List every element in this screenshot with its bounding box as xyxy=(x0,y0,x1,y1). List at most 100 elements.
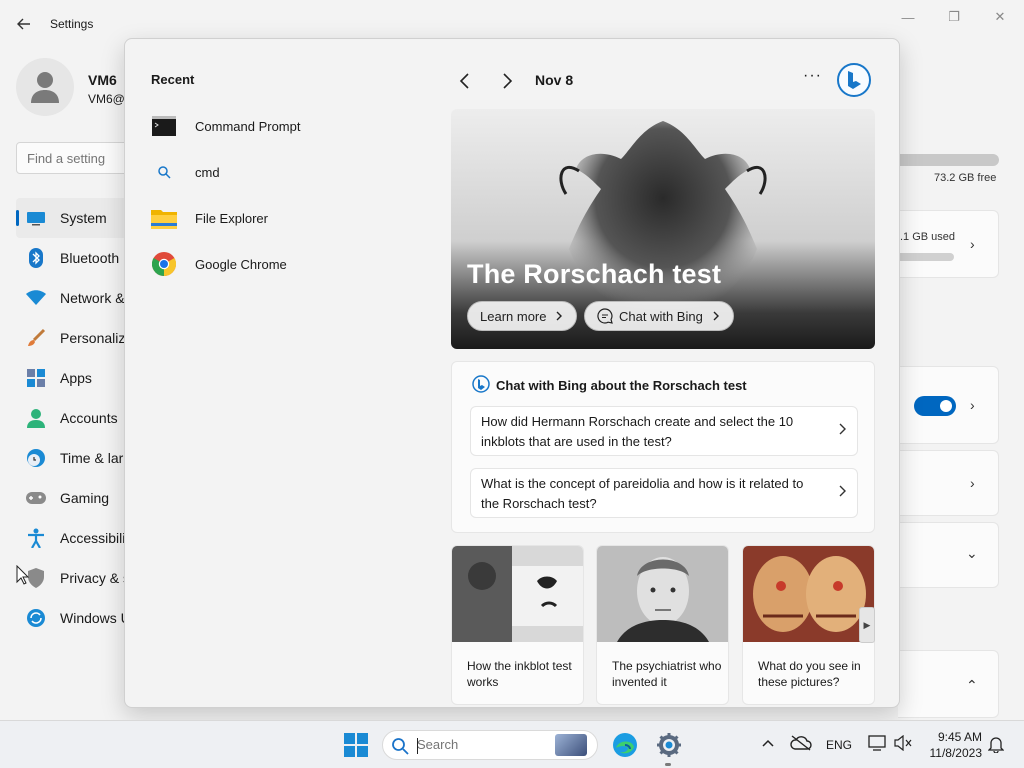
settings-taskbar-button[interactable] xyxy=(655,731,683,759)
hero-card[interactable]: The Rorschach test Learn more Chat with … xyxy=(451,109,875,349)
brush-icon xyxy=(26,328,46,348)
sidebar-item-privacy[interactable]: Privacy & s xyxy=(16,558,136,598)
mouse-pointer-icon xyxy=(16,565,30,585)
search-icon xyxy=(151,159,177,185)
tile-image xyxy=(743,546,874,642)
learn-more-button[interactable]: Learn more xyxy=(467,301,578,331)
chat-title: Chat with Bing about the Rorschach test xyxy=(496,378,747,393)
controller-icon xyxy=(26,488,46,508)
recent-item-file-explorer[interactable]: File Explorer xyxy=(151,195,431,241)
bell-icon xyxy=(987,737,1005,754)
suggested-question[interactable]: How did Hermann Rorschach create and sel… xyxy=(470,406,858,456)
setting-card-collapse[interactable]: ⌃ xyxy=(898,650,999,718)
chevron-right-icon: › xyxy=(970,475,975,491)
restore-button[interactable]: ❐ xyxy=(934,6,974,28)
sidebar-item-bluetooth[interactable]: Bluetooth xyxy=(16,238,136,278)
chevron-up-icon xyxy=(762,739,774,747)
onedrive-tray-button[interactable] xyxy=(790,735,812,754)
clock-date: 11/8/2023 xyxy=(929,746,983,760)
edge-icon xyxy=(613,733,637,757)
setting-card[interactable]: › xyxy=(898,450,999,516)
start-flyout: Recent Command Prompt cmd File Explorer … xyxy=(124,38,900,708)
sidebar-item-label: Gaming xyxy=(60,490,110,506)
recent-heading: Recent xyxy=(151,72,195,87)
app-title: Settings xyxy=(50,17,94,31)
bing-icon xyxy=(848,71,861,89)
user-card[interactable]: VM6 VM6@ xyxy=(16,56,126,116)
notifications-button[interactable] xyxy=(987,735,1005,756)
recent-item-command-prompt[interactable]: Command Prompt xyxy=(151,103,431,149)
chevron-right-icon xyxy=(556,311,563,321)
minimize-button[interactable]: — xyxy=(888,6,928,28)
news-tile[interactable]: What do you see in these pictures? xyxy=(742,545,875,705)
sidebar-item-accessibility[interactable]: Accessibili xyxy=(16,518,136,558)
edge-taskbar-button[interactable] xyxy=(611,731,639,759)
taskbar: ENG 9:45 AM 11/8/2023 xyxy=(0,720,1024,768)
network-tray-button[interactable] xyxy=(868,735,888,756)
sidebar-item-label: Network & xyxy=(60,290,125,306)
storage-used-text: .1 GB used xyxy=(900,231,956,243)
previous-day-button[interactable] xyxy=(453,69,477,93)
start-button[interactable] xyxy=(344,733,368,757)
sidebar-item-gaming[interactable]: Gaming xyxy=(16,478,136,518)
sidebar-item-label: Apps xyxy=(60,370,92,386)
question-text: How did Hermann Rorschach create and sel… xyxy=(481,414,794,449)
sidebar-item-accounts[interactable]: Accounts xyxy=(16,398,136,438)
taskbar-search-input[interactable] xyxy=(417,737,547,752)
sidebar-item-label: Windows U xyxy=(60,610,131,626)
storage-free-text: 73.2 GB free xyxy=(934,172,997,184)
news-tile[interactable]: The psychiatrist who invented it xyxy=(596,545,729,705)
text-cursor xyxy=(417,738,418,754)
find-setting-input[interactable] xyxy=(16,142,136,174)
show-hidden-icons-button[interactable] xyxy=(762,737,774,751)
chat-with-bing-label: Chat with Bing xyxy=(619,308,703,324)
back-button[interactable] xyxy=(12,12,36,36)
storage-used-bar xyxy=(898,253,954,261)
storage-bar xyxy=(898,154,999,166)
next-day-button[interactable] xyxy=(495,69,519,93)
toggle-switch[interactable] xyxy=(914,396,956,416)
sidebar-item-label: Personaliz xyxy=(60,330,126,346)
sidebar-item-personalization[interactable]: Personaliz xyxy=(16,318,136,358)
setting-card-expand[interactable]: ⌄ xyxy=(898,522,999,588)
update-icon xyxy=(26,608,46,628)
clock-time: 9:45 AM xyxy=(937,730,982,744)
sidebar-item-label: Accessibili xyxy=(60,530,126,546)
bing-logo-button[interactable] xyxy=(837,63,871,97)
suggested-question[interactable]: What is the concept of pareidolia and ho… xyxy=(470,468,858,518)
chevron-right-icon xyxy=(713,311,719,321)
tile-caption: How the inkblot test works xyxy=(467,659,572,689)
volume-tray-button[interactable] xyxy=(894,734,912,754)
input-language-button[interactable]: ENG xyxy=(826,738,852,752)
taskbar-clock[interactable]: 9:45 AM 11/8/2023 xyxy=(924,729,983,761)
sidebar-item-windows-update[interactable]: Windows U xyxy=(16,598,136,638)
clock-icon xyxy=(26,448,46,468)
more-options-button[interactable]: ··· xyxy=(803,67,822,85)
search-icon xyxy=(392,738,409,755)
news-header: Nov 8 ··· xyxy=(451,63,875,97)
sidebar-item-apps[interactable]: Apps xyxy=(16,358,136,398)
sidebar-item-time-language[interactable]: Time & lar xyxy=(16,438,136,478)
taskbar-search[interactable] xyxy=(382,730,598,760)
person-icon xyxy=(31,72,59,103)
recent-item-cmd[interactable]: cmd xyxy=(151,149,431,195)
sidebar-item-system[interactable]: System xyxy=(16,198,136,238)
recent-item-google-chrome[interactable]: Google Chrome xyxy=(151,241,431,287)
windows-logo-icon xyxy=(344,733,368,757)
news-tile[interactable]: How the inkblot test works xyxy=(451,545,584,705)
recent-item-label: File Explorer xyxy=(195,210,268,226)
sidebar-item-network[interactable]: Network & xyxy=(16,278,136,318)
chat-with-bing-button[interactable]: Chat with Bing xyxy=(584,301,734,331)
chevron-right-icon xyxy=(839,485,846,497)
tiles-scroll-right-button[interactable]: ▶ xyxy=(859,607,875,643)
bing-icon xyxy=(472,375,490,393)
chevron-right-icon: › xyxy=(970,397,975,413)
user-name: VM6 xyxy=(88,72,117,88)
chevron-left-icon xyxy=(459,73,469,89)
storage-card[interactable]: .1 GB used › xyxy=(898,210,999,278)
chat-bubble-icon xyxy=(597,308,613,324)
recent-item-label: Google Chrome xyxy=(195,256,287,272)
system-icon xyxy=(26,208,46,228)
close-button[interactable]: ✕ xyxy=(980,6,1020,28)
sidebar-item-label: Time & lar xyxy=(60,450,124,466)
